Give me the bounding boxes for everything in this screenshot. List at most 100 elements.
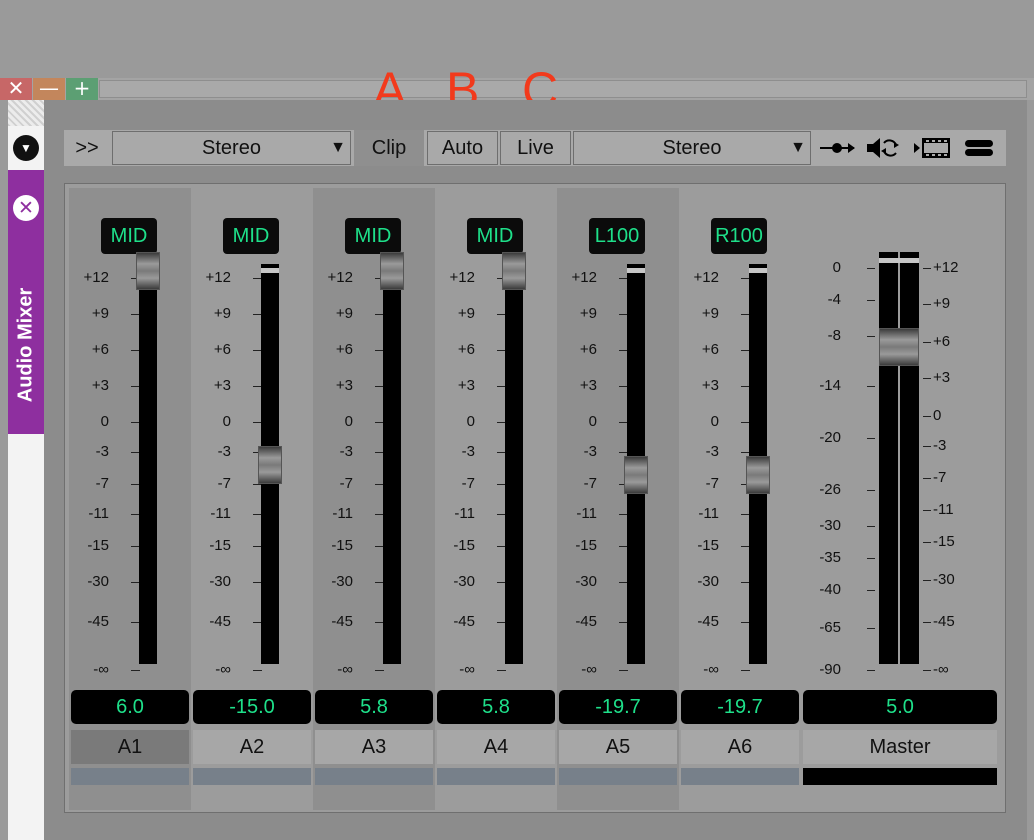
meter-scale-label: -65: [819, 619, 841, 636]
sidebar: ▼ ✕ Audio Mixer: [8, 100, 44, 840]
collapse-panel-icon[interactable]: ▼: [13, 135, 39, 161]
fader-tick: [741, 670, 750, 671]
channel-color-bar: [315, 768, 433, 785]
fader-thumb[interactable]: [624, 456, 648, 494]
window-titlebar[interactable]: ✕ — +: [0, 78, 1034, 100]
fader-scale-label: -15: [331, 537, 353, 554]
pan-readout[interactable]: MID: [101, 218, 157, 254]
fader-scale-label: +12: [327, 269, 353, 286]
chevron-down-icon: ▼: [790, 139, 806, 156]
titlebar-drag-area[interactable]: [99, 80, 1027, 98]
channel-name-button[interactable]: A6: [681, 730, 799, 764]
audio-mixer-tab[interactable]: ✕ Audio Mixer: [8, 170, 44, 434]
meter-tick: [867, 670, 875, 671]
gain-value-field[interactable]: -19.7: [559, 690, 677, 724]
fader-scale-label: -3: [705, 443, 719, 460]
fader-scale-label: -∞: [933, 661, 949, 678]
channel-name-button[interactable]: A4: [437, 730, 555, 764]
fader-tick: [923, 446, 931, 447]
meter-tick: [867, 336, 875, 337]
clip-input-mode-select[interactable]: Stereo ▼: [112, 131, 351, 165]
fader-track[interactable]: [258, 264, 282, 664]
auto-mode-button[interactable]: Auto: [427, 131, 498, 165]
fader-thumb[interactable]: [258, 446, 282, 484]
fader-scale-label: +3: [933, 369, 951, 386]
fader-tick: [923, 622, 931, 623]
output-mode-select[interactable]: Stereo ▼: [573, 131, 811, 165]
pan-readout[interactable]: MID: [223, 218, 279, 254]
fader-scale-label: -45: [933, 613, 955, 630]
fader-scale-label: +12: [933, 259, 959, 276]
channel-strip: MID +12 +9 +6 +3 0 -3 -7 -11 -15 -30 -45 -∞ 5.8 A3: [313, 188, 435, 810]
fader-track[interactable]: [136, 252, 160, 664]
meter-tick: [867, 628, 875, 629]
audio-sync-icon[interactable]: [864, 136, 902, 160]
fader-scale-label: 0: [344, 413, 353, 430]
fader-thumb[interactable]: [502, 252, 526, 290]
fader-scale-label: +6: [579, 341, 597, 358]
fader-scale-label: +9: [335, 305, 353, 322]
gain-value-field[interactable]: 5.8: [315, 690, 433, 724]
routing-icon[interactable]: [818, 136, 856, 160]
channel-name-button[interactable]: A5: [559, 730, 677, 764]
sidebar-grip[interactable]: [8, 100, 44, 126]
master-gain-value-field[interactable]: 5.0: [803, 690, 997, 724]
fader-scale-label: 0: [100, 413, 109, 430]
pan-readout[interactable]: MID: [345, 218, 401, 254]
minimize-window-button[interactable]: —: [33, 78, 65, 100]
meter-tick: [867, 558, 875, 559]
menu-icon[interactable]: [962, 136, 1000, 160]
fader-scale-label: +9: [91, 305, 109, 322]
fader-track[interactable]: [624, 264, 648, 664]
fader-thumb[interactable]: [380, 252, 404, 290]
pan-readout[interactable]: L100: [589, 218, 645, 254]
fader-track[interactable]: [502, 252, 526, 664]
fader-tick: [923, 268, 931, 269]
fader-scale-label: +6: [933, 333, 951, 350]
fader-tick: [923, 378, 931, 379]
channel-name-button[interactable]: A3: [315, 730, 433, 764]
fader-scale-label: -45: [209, 613, 231, 630]
expand-button[interactable]: >>: [64, 130, 110, 166]
fader-scale-label: -7: [583, 475, 597, 492]
live-mode-button[interactable]: Live: [500, 131, 571, 165]
clip-mode-button[interactable]: Clip: [354, 130, 424, 166]
film-audio-icon[interactable]: [912, 136, 950, 160]
fader-thumb[interactable]: [136, 252, 160, 290]
fader-scale-label: +6: [91, 341, 109, 358]
fader-scale-label: +9: [701, 305, 719, 322]
fader-scale-label: +9: [213, 305, 231, 322]
fader-scale-label: -30: [331, 573, 353, 590]
fader-scale-label: -45: [331, 613, 353, 630]
master-fader-thumb[interactable]: [879, 328, 919, 366]
maximize-window-button[interactable]: +: [66, 78, 98, 100]
fader-track[interactable]: [746, 264, 770, 664]
channel-name-button[interactable]: A1: [71, 730, 189, 764]
fader-tick: [497, 670, 506, 671]
channel-strip: L100 +12 +9 +6 +3 0 -3 -7 -11 -15 -30 -45 -∞ -19.7 A5: [557, 188, 679, 810]
close-tab-icon[interactable]: ✕: [13, 195, 39, 221]
gain-value-field[interactable]: -19.7: [681, 690, 799, 724]
channel-strip: MID +12 +9 +6 +3 0 -3 -7 -11 -15 -30 -45 -∞ 6.0 A1: [69, 188, 191, 810]
channel-color-bar: [437, 768, 555, 785]
fader-scale-label: -7: [933, 469, 947, 486]
fader-scale-label: -45: [575, 613, 597, 630]
meter-scale-label: -90: [819, 661, 841, 678]
close-window-button[interactable]: ✕: [0, 78, 32, 100]
fader-thumb[interactable]: [746, 456, 770, 494]
pan-readout[interactable]: R100: [711, 218, 767, 254]
channel-name-button[interactable]: A2: [193, 730, 311, 764]
meter-tick: [867, 268, 875, 269]
fader-scale-label: +12: [693, 269, 719, 286]
gain-value-field[interactable]: 5.8: [437, 690, 555, 724]
gain-value-field[interactable]: -15.0: [193, 690, 311, 724]
fader-track[interactable]: [380, 252, 404, 664]
master-name-button[interactable]: Master: [803, 730, 997, 764]
fader-scale-label: -30: [575, 573, 597, 590]
meter-scale-label: -20: [819, 429, 841, 446]
master-meter-track[interactable]: [879, 252, 919, 664]
channel-color-bar: [193, 768, 311, 785]
pan-readout[interactable]: MID: [467, 218, 523, 254]
fader-scale-label: -7: [461, 475, 475, 492]
gain-value-field[interactable]: 6.0: [71, 690, 189, 724]
